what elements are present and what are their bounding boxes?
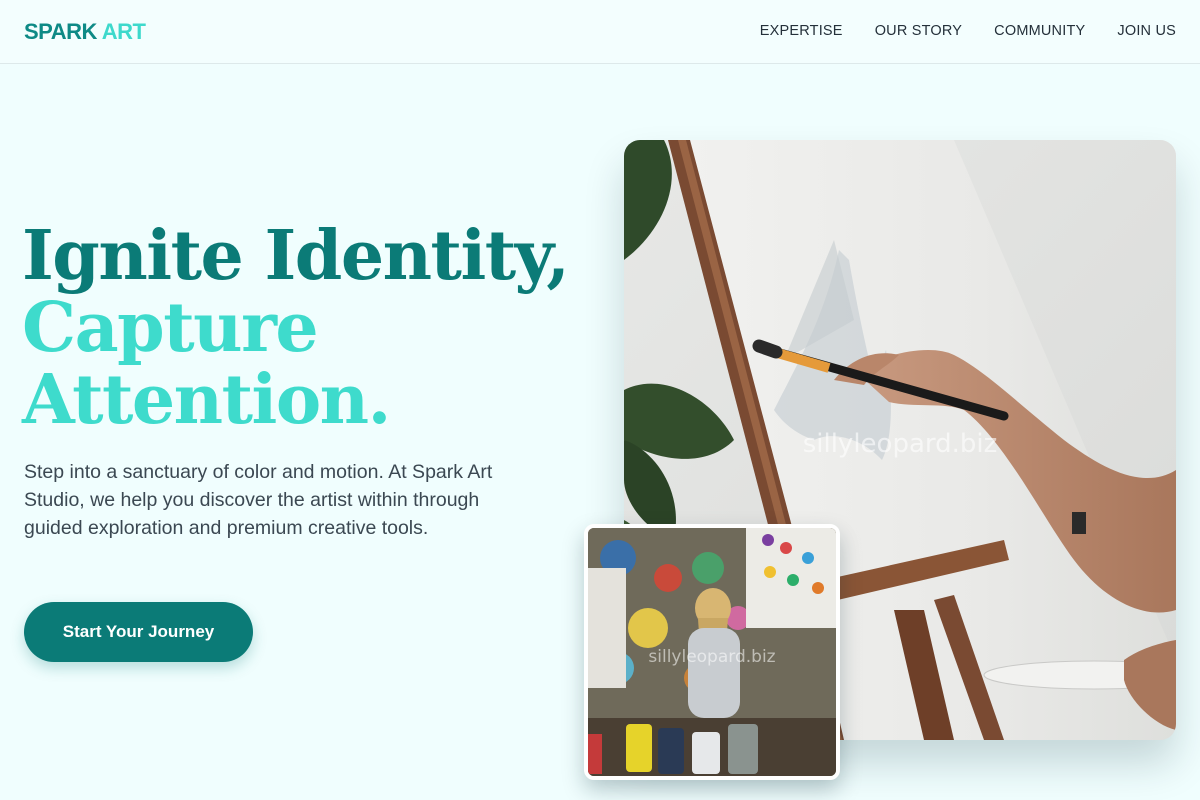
studio-illustration: sillyleopard.biz bbox=[588, 528, 836, 776]
main-nav: EXPERTISE OUR STORY COMMUNITY JOIN US bbox=[760, 23, 1176, 39]
logo[interactable]: SPARK ART bbox=[24, 19, 146, 45]
start-journey-button[interactable]: Start Your Journey bbox=[24, 602, 253, 662]
site-header: SPARK ART EXPERTISE OUR STORY COMMUNITY … bbox=[0, 0, 1200, 64]
hero-title-line3: Attention. bbox=[22, 360, 391, 440]
main-watermark: sillyleopard.biz bbox=[803, 429, 998, 459]
child-studio-photo: sillyleopard.biz bbox=[584, 524, 840, 780]
nav-expertise[interactable]: EXPERTISE bbox=[760, 23, 843, 39]
nav-our-story[interactable]: OUR STORY bbox=[875, 23, 962, 39]
nav-community[interactable]: COMMUNITY bbox=[994, 23, 1085, 39]
hero-title-line1: Ignite Identity, bbox=[22, 216, 570, 296]
hero-title-line2: Capture bbox=[22, 288, 319, 368]
small-watermark: sillyleopard.biz bbox=[648, 647, 775, 667]
hero-description: Step into a sanctuary of color and motio… bbox=[24, 461, 493, 539]
nav-join-us[interactable]: JOIN US bbox=[1117, 23, 1176, 39]
logo-art: ART bbox=[101, 19, 146, 44]
hero-title: Ignite Identity, Capture Attention. bbox=[22, 220, 582, 436]
logo-spark: SPARK bbox=[24, 19, 97, 44]
